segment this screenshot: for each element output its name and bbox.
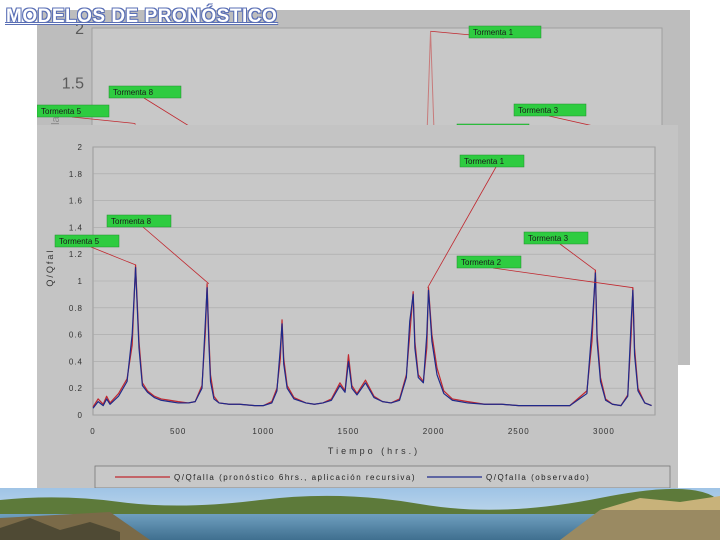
callout-label: Tormenta 2 (461, 258, 502, 267)
foreground-y-tick-label: 1.2 (69, 250, 83, 259)
callout-label: Tormenta 5 (59, 237, 100, 246)
foreground-y-tick-label: 0 (78, 411, 83, 420)
slide-title: MODELOS DE PRONÓSTICO (6, 6, 278, 27)
river-landscape-photo (0, 488, 720, 540)
foreground-y-axis-label: Q/Qfal (45, 249, 55, 287)
foreground-x-tick-label: 500 (170, 427, 186, 436)
foreground-legend: Q/Qfalla (pronóstico 6hrs., aplicación r… (94, 465, 671, 489)
foreground-x-tick-label: 2000 (423, 427, 445, 436)
landscape-image (0, 488, 720, 540)
foreground-x-axis-label: Tiempo (hrs.) (328, 446, 420, 456)
foreground-x-tick-label: 0 (90, 427, 95, 436)
foreground-legend-label: Q/Qfalla (observado) (486, 473, 590, 482)
callout-label: Tormenta 3 (518, 106, 559, 115)
foreground-chart-panel: 0 0.2 0.4 0.6 0.8 1 1.2 1.4 1.6 1.8 2 0 500 1000 1500 2… (37, 125, 678, 492)
foreground-y-tick-label: 1.8 (69, 170, 83, 179)
foreground-y-tick-label: 1 (78, 277, 83, 286)
foreground-y-tick-label: 0.2 (69, 384, 83, 393)
foreground-chart: 0 0.2 0.4 0.6 0.8 1 1.2 1.4 1.6 1.8 2 0 500 1000 1500 2… (45, 143, 671, 489)
foreground-x-tick-label: 2500 (508, 427, 530, 436)
foreground-x-tick-label: 1000 (252, 427, 274, 436)
foreground-y-tick-label: 2 (78, 143, 83, 152)
foreground-y-tick-label: 0.8 (69, 304, 83, 313)
foreground-x-tick-label: 1500 (338, 427, 360, 436)
foreground-y-tick-label: 0.4 (69, 357, 83, 366)
callout-label: Tormenta 3 (528, 234, 569, 243)
foreground-y-tick-label: 0.6 (69, 331, 83, 340)
callout-label: Tormenta 1 (464, 157, 505, 166)
foreground-y-tick-label: 1.4 (69, 223, 83, 232)
callout-label: Tormenta 8 (111, 217, 152, 226)
callout-label: Tormenta 5 (41, 107, 82, 116)
foreground-y-tick-label: 1.6 (69, 197, 83, 206)
callout-label: Tormenta 1 (473, 28, 514, 37)
callout-label: Tormenta 8 (113, 88, 154, 97)
foreground-legend-label: Q/Qfalla (pronóstico 6hrs., aplicación r… (174, 473, 416, 482)
background-y-tick-label: 1.5 (62, 75, 84, 92)
foreground-x-tick-label: 3000 (593, 427, 615, 436)
